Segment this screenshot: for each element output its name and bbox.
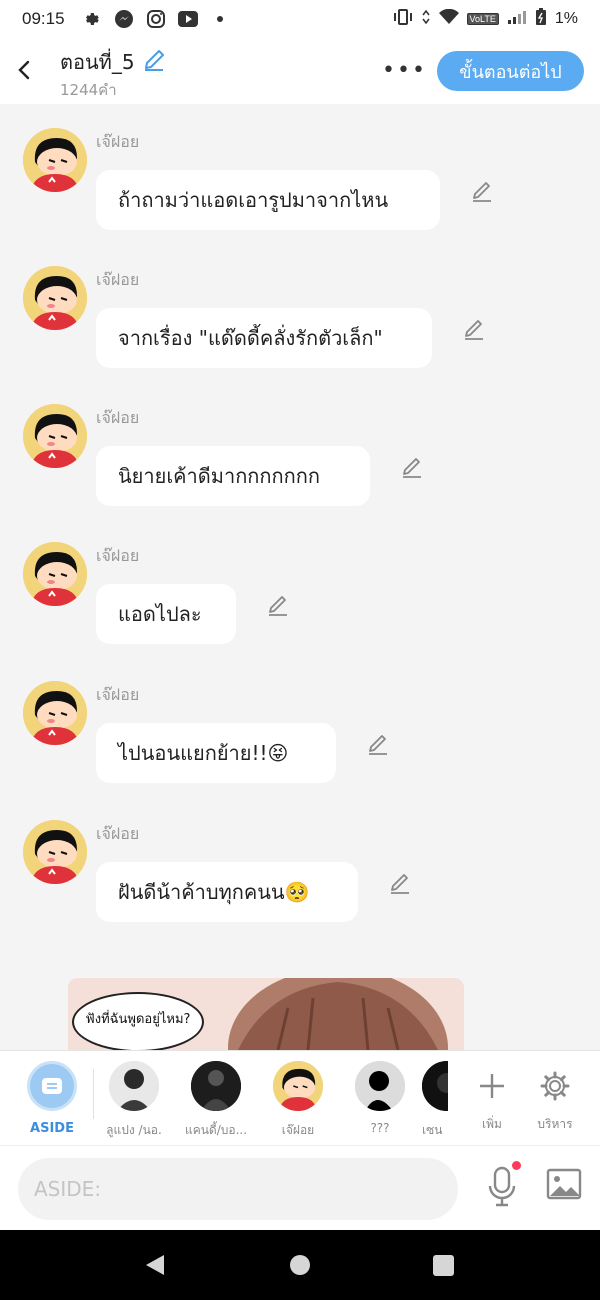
story-image-preview[interactable]: ฟังที่ฉันพูดอยู่ไหม? (68, 978, 464, 1050)
insert-image-button[interactable] (546, 1168, 582, 1200)
character-avatar (422, 1061, 448, 1111)
character-item[interactable]: เจ๊ฝอย (258, 1061, 338, 1140)
battery-percent: 1% (554, 10, 578, 27)
video-app-icon (177, 8, 199, 30)
character-label: เจ๊ฝอย (281, 1123, 315, 1137)
sender-avatar[interactable] (23, 542, 87, 606)
message-bubble[interactable]: นิยายเค้าดีมากกกกกกก (96, 446, 370, 506)
speech-bubble: ฟังที่ฉันพูดอยู่ไหม? (72, 992, 204, 1050)
mic-notification-dot (512, 1161, 521, 1170)
sender-avatar[interactable] (23, 820, 87, 884)
battery-icon (535, 7, 547, 31)
character-avatar (191, 1061, 241, 1111)
status-time: 09:15 (22, 9, 65, 28)
character-selector-bar: ASIDE ลูแปง /นอ. แคนดี้/บอ... เจ๊ฝอย ???… (0, 1050, 600, 1145)
sender-name: เจ๊ฝอย (96, 685, 140, 704)
aside-message-icon (42, 1078, 62, 1094)
character-label: เซน (422, 1123, 443, 1137)
signal-icon (507, 9, 527, 30)
gear-icon (515, 1061, 595, 1111)
nav-recents-button[interactable] (433, 1255, 454, 1276)
manage-button[interactable]: บริหาร (515, 1061, 595, 1134)
edit-message-pencil-icon[interactable] (266, 593, 290, 617)
message-bubble[interactable]: ไปนอนแยกย้าย!!😝 (96, 723, 336, 783)
character-item[interactable]: ลูแปง /นอ. (94, 1061, 174, 1140)
data-arrows-icon (421, 9, 431, 30)
more-options-button[interactable]: ••• (382, 58, 427, 83)
nav-home-button[interactable] (290, 1255, 310, 1275)
chapter-title-text: ตอนที่_5 (60, 50, 135, 74)
back-triangle-icon (146, 1255, 164, 1275)
character-item[interactable]: แคนดี้/บอ... (176, 1061, 256, 1140)
aside-message-input[interactable] (18, 1158, 458, 1220)
character-item[interactable]: ??? (340, 1061, 420, 1135)
character-avatar (109, 1061, 159, 1111)
settings-gear-icon (81, 8, 103, 30)
character-aside[interactable]: ASIDE (12, 1061, 92, 1136)
sender-name: เจ๊ฝอย (96, 546, 140, 565)
character-label: ลูแปง /นอ. (106, 1123, 162, 1137)
sender-avatar[interactable] (23, 404, 87, 468)
edit-message-pencil-icon[interactable] (470, 179, 494, 203)
edit-message-pencil-icon[interactable] (462, 317, 486, 341)
sender-name: เจ๊ฝอย (96, 132, 140, 151)
character-item[interactable]: เซน (422, 1061, 448, 1140)
chapter-title[interactable]: ตอนที่_5 (60, 46, 167, 78)
character-label: แคนดี้/บอ... (184, 1123, 248, 1137)
character-avatar (273, 1061, 323, 1111)
aside-label: ASIDE (30, 1121, 74, 1136)
next-step-button[interactable]: ขั้นตอนต่อไป (437, 51, 584, 91)
system-navigation-bar (0, 1230, 600, 1300)
edit-title-pencil-icon[interactable] (141, 47, 167, 78)
nav-back-button[interactable] (144, 1253, 166, 1281)
sender-name: เจ๊ฝอย (96, 270, 140, 289)
back-button[interactable] (14, 56, 34, 84)
input-bar (0, 1145, 600, 1230)
message-bubble[interactable]: จากเรื่อง "แด๊ดดี้คลั่งรักตัวเล็ก" (96, 308, 432, 368)
vibrate-icon (393, 8, 413, 30)
sender-avatar[interactable] (23, 266, 87, 330)
character-label: ??? (370, 1121, 390, 1135)
edit-message-pencil-icon[interactable] (400, 455, 424, 479)
microphone-icon (488, 1166, 516, 1207)
character-avatar (355, 1061, 405, 1111)
message-bubble[interactable]: ฝันดีน้าค้าบทุกคนน🥺 (96, 862, 358, 922)
wifi-icon (438, 8, 459, 30)
chapter-header: ตอนที่_5 1244คำ ••• ขั้นตอนต่อไป (0, 38, 600, 104)
sender-avatar[interactable] (23, 681, 87, 745)
message-bubble[interactable]: แอดไปละ (96, 584, 236, 644)
microphone-button[interactable] (486, 1166, 518, 1208)
sender-name: เจ๊ฝอย (96, 824, 140, 843)
status-bar: 09:15 VoLTE 1% (0, 0, 600, 38)
messenger-icon (113, 8, 135, 30)
edit-message-pencil-icon[interactable] (388, 871, 412, 895)
volte-badge: VoLTE (466, 13, 499, 25)
edit-message-pencil-icon[interactable] (366, 732, 390, 756)
image-icon (546, 1168, 582, 1200)
sender-name: เจ๊ฝอย (96, 408, 140, 427)
notification-dot-icon (209, 8, 231, 30)
message-bubble[interactable]: ถ้าถามว่าแอดเอารูปมาจากไหน (96, 170, 440, 230)
aside-avatar (27, 1061, 77, 1111)
word-count: 1244คำ (60, 81, 117, 99)
instagram-icon (145, 8, 167, 30)
sender-avatar[interactable] (23, 128, 87, 192)
manage-label: บริหาร (537, 1117, 573, 1131)
